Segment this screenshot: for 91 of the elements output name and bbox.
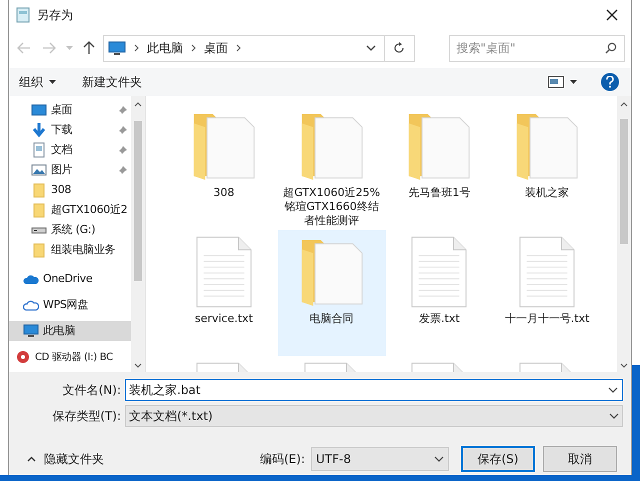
organize-menu-button[interactable]: 组织 [19,73,56,91]
search-field[interactable]: 搜索"桌面" [449,34,625,62]
nav-item[interactable]: OneDrive [9,269,131,289]
file-name: 先马鲁班1号 [407,186,472,200]
computer-icon [23,323,39,339]
caret-icon [66,46,73,50]
file-item[interactable]: 十一月十一号.txt [493,230,601,356]
nav-item[interactable]: 图片 [9,160,131,180]
nav-item[interactable]: 文档 [9,140,131,160]
nav-item[interactable]: 308 [9,180,131,200]
chevron-down-icon [434,456,444,462]
caret-icon [49,80,56,84]
window-title: 另存为 [37,7,73,24]
breadcrumb-chevron-icon [191,44,196,52]
field-label: 保存类型(T): [51,408,122,425]
help-icon [606,76,614,88]
help-button[interactable] [601,73,619,91]
folder-item[interactable]: 先马鲁班1号 [386,104,494,230]
scroll-up-icon[interactable] [620,102,628,107]
field-label: 文件名(N): [62,382,122,399]
search-icon[interactable] [604,42,617,54]
chevron-up-icon [27,456,36,462]
computer-icon [108,41,126,55]
file-name: 超GTX1060近25% 铭瑄GTX1660终结者性能测评 [282,186,382,228]
breadcrumb[interactable]: 桌面 [204,39,228,57]
scroll-down-icon[interactable] [620,363,628,368]
nav-item[interactable]: WPS网盘 [9,295,131,315]
dropdown-chevron-icon[interactable] [366,45,376,51]
folder-item[interactable]: 超GTX1060近25% 铭瑄GTX1660终结者性能测评 [278,104,386,230]
nav-item[interactable]: 桌面 [9,100,131,120]
text-file-icon [196,236,252,308]
nav-item[interactable]: CD 驱动器 (I:) BC [9,347,131,367]
nav-item[interactable]: 组装电脑业务 [9,240,131,260]
file-name: service.txt [194,312,254,326]
address-bar[interactable]: 此电脑 桌面 [103,34,415,62]
file-name: 电脑合同 [308,312,355,326]
scrollbar[interactable] [617,96,631,372]
file-item[interactable]: service.txt [170,230,278,356]
file-name: 308 [212,186,236,200]
up-arrow-icon [82,41,95,55]
folder-icon [31,182,47,198]
breadcrumb-chevron-icon [236,44,242,52]
document-icon [31,142,47,158]
nav-item[interactable]: 下载 [9,120,131,140]
field-label: 编码(E): [260,451,305,468]
hide-folders-toggle[interactable]: 隐藏文件夹 [17,450,104,468]
file-name: 十一月十一号.txt [504,312,590,326]
chevron-down-icon [609,413,619,419]
window-icon [15,7,31,23]
scrollbar[interactable] [131,96,145,372]
nav-item[interactable]: 此电脑 [9,321,131,341]
down-arrow-icon [31,122,47,138]
forward-arrow-icon [42,42,56,54]
cancel-button[interactable]: 取消 [543,446,617,472]
file-name: 发票.txt [418,312,461,326]
folder-icon [31,202,47,218]
desktop-icon [31,102,47,118]
text-file-icon [411,236,468,308]
back-arrow-icon [17,42,32,54]
breadcrumb-chevron-icon [134,44,140,52]
encoding-dropdown[interactable]: UTF-8 [311,447,449,471]
file-name: 装机之家 [524,186,570,200]
close-icon [606,9,618,21]
file-type-dropdown[interactable]: 文本文档(*.txt) [125,405,623,427]
scrollbar-thumb[interactable] [134,121,142,281]
folder-icon [31,242,47,258]
view-options-button[interactable] [548,76,577,88]
save-button[interactable]: 保存(S) [461,446,535,472]
file-item[interactable]: 发票.txt [386,230,494,356]
disc-icon [15,349,31,365]
refresh-icon [393,42,406,54]
nav-item[interactable]: 超GTX1060近2 [9,200,131,220]
picture-icon [31,162,47,178]
folder-item[interactable]: 电脑合同 [278,230,386,356]
chevron-down-icon[interactable] [608,387,618,393]
pin-icon[interactable] [118,166,127,174]
scroll-up-icon[interactable] [134,102,142,107]
filename-field[interactable]: 装机之家.bat [125,379,623,401]
folder-item[interactable]: 装机之家 [493,104,601,230]
text-file-icon [519,236,576,308]
scroll-down-icon[interactable] [134,363,142,368]
caret-icon [570,80,577,84]
pin-icon[interactable] [118,146,127,154]
breadcrumb[interactable]: 此电脑 [147,39,184,57]
pin-icon[interactable] [118,106,127,114]
nav-item[interactable]: 系统 (G:) [9,220,131,240]
scrollbar-thumb[interactable] [620,119,628,244]
folder-item[interactable]: 308 [170,104,278,230]
pin-icon[interactable] [118,126,127,134]
new-folder-button[interactable]: 新建文件夹 [82,73,142,91]
view-icon [548,76,564,88]
